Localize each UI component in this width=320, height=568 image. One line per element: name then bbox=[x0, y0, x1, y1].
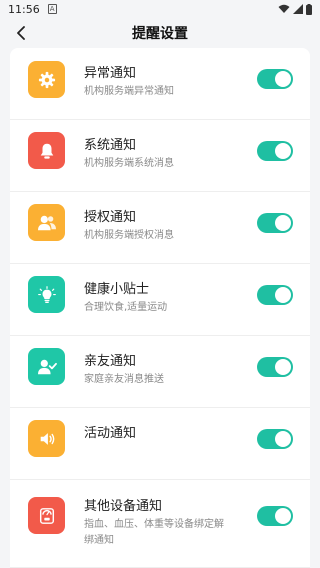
activity-icon-box bbox=[28, 420, 65, 457]
setting-row-authorization: 授权通知 机构服务端授权消息 bbox=[10, 192, 310, 264]
setting-title: 其他设备通知 bbox=[84, 499, 163, 514]
toggle-knob bbox=[275, 508, 291, 524]
health-tips-icon-box bbox=[28, 276, 65, 313]
bell-icon bbox=[40, 143, 53, 159]
activity-toggle[interactable] bbox=[257, 429, 293, 449]
setting-row-system: 系统通知 机构服务端系统消息 bbox=[10, 120, 310, 192]
setting-row-abnormal: 异常通知 机构服务端异常通知 bbox=[10, 48, 310, 120]
sim-icon: A bbox=[47, 4, 57, 14]
lightbulb-icon bbox=[37, 285, 56, 303]
family-toggle[interactable] bbox=[257, 357, 293, 377]
scale-icon bbox=[39, 507, 54, 524]
setting-desc: 机构服务端系统消息 bbox=[84, 158, 174, 169]
system-toggle[interactable] bbox=[257, 141, 293, 161]
speaker-icon bbox=[40, 432, 54, 445]
back-button[interactable] bbox=[12, 24, 30, 42]
setting-row-activity: 活动通知 bbox=[10, 408, 310, 480]
setting-title: 亲友通知 bbox=[84, 354, 137, 369]
setting-title: 授权通知 bbox=[84, 210, 137, 225]
setting-title: 系统通知 bbox=[84, 138, 137, 153]
other-devices-toggle[interactable] bbox=[257, 506, 293, 526]
authorization-icon-box bbox=[28, 204, 65, 241]
abnormal-icon-box bbox=[28, 61, 65, 98]
battery-icon bbox=[306, 3, 312, 15]
setting-row-other-devices: 其他设备通知 指血、血压、体重等设备绑定解绑通知 bbox=[10, 480, 310, 568]
setting-row-family: 亲友通知 家庭亲友消息推送 bbox=[10, 336, 310, 408]
status-icons bbox=[278, 3, 312, 15]
setting-desc: 合理饮食,适量运动 bbox=[84, 302, 168, 313]
user-check-icon bbox=[37, 359, 57, 374]
toggle-knob bbox=[275, 215, 291, 231]
toggle-knob bbox=[275, 71, 291, 87]
setting-desc: 机构服务端授权消息 bbox=[84, 230, 174, 241]
users-icon bbox=[37, 215, 56, 230]
health-tips-toggle[interactable] bbox=[257, 285, 293, 305]
wifi-icon bbox=[278, 4, 290, 13]
setting-title: 活动通知 bbox=[84, 426, 137, 441]
toggle-knob bbox=[275, 431, 291, 447]
signal-icon bbox=[293, 4, 303, 14]
system-icon-box bbox=[28, 132, 65, 169]
header: 提醒设置 bbox=[0, 18, 320, 48]
setting-title: 异常通知 bbox=[84, 66, 137, 81]
other-devices-icon-box bbox=[28, 497, 65, 534]
toggle-knob bbox=[275, 287, 291, 303]
status-bar: 11:56 A bbox=[0, 0, 320, 18]
toggle-knob bbox=[275, 143, 291, 159]
settings-card: 异常通知 机构服务端异常通知 系统通知 机构服务端系统消息 授权通知 机构服务端… bbox=[10, 48, 310, 568]
setting-desc: 指血、血压、体重等设备绑定解绑通知 bbox=[84, 519, 224, 546]
setting-row-health-tips: 健康小贴士 合理饮食,适量运动 bbox=[10, 264, 310, 336]
status-time: 11:56 bbox=[8, 2, 40, 16]
abnormal-toggle[interactable] bbox=[257, 69, 293, 89]
family-icon-box bbox=[28, 348, 65, 385]
setting-title: 健康小贴士 bbox=[84, 282, 150, 297]
chevron-left-icon bbox=[17, 26, 25, 40]
setting-desc: 家庭亲友消息推送 bbox=[84, 374, 164, 385]
page-title: 提醒设置 bbox=[132, 26, 188, 42]
gear-icon bbox=[38, 71, 55, 88]
setting-desc: 机构服务端异常通知 bbox=[84, 86, 174, 97]
toggle-knob bbox=[275, 359, 291, 375]
authorization-toggle[interactable] bbox=[257, 213, 293, 233]
